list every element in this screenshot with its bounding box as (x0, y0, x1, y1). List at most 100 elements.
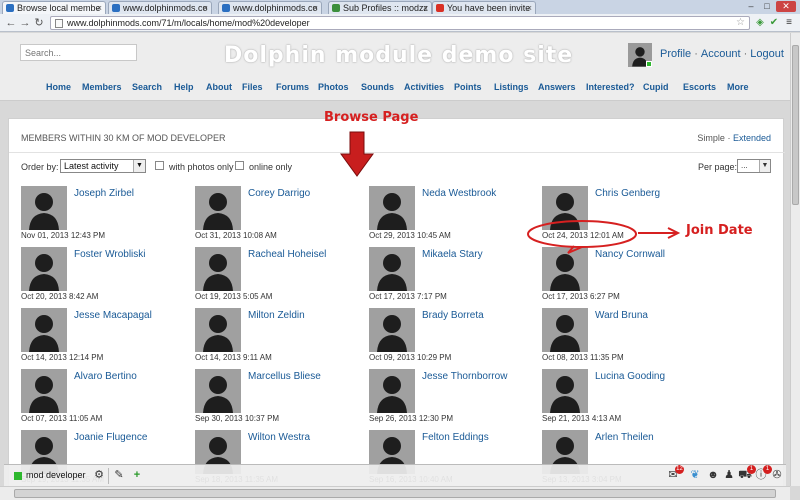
member-name-link[interactable]: Foster Wrobliski (74, 249, 192, 261)
gear-icon[interactable]: ⚙ (92, 468, 106, 482)
nav-item-home[interactable]: Home (46, 82, 71, 92)
extension-icon[interactable]: ◈ (754, 17, 766, 29)
member-name-link[interactable]: Nancy Cornwall (595, 249, 713, 261)
site-search-input[interactable] (20, 44, 137, 61)
member-avatar[interactable] (369, 186, 415, 230)
member-avatar[interactable] (21, 186, 67, 230)
close-tab-icon[interactable]: × (527, 2, 532, 14)
nav-item-answers[interactable]: Answers (538, 82, 576, 92)
close-tab-icon[interactable]: × (97, 2, 102, 14)
logout-link[interactable]: Logout (750, 48, 784, 60)
maximize-icon[interactable]: □ (760, 1, 774, 12)
nav-item-members[interactable]: Members (82, 82, 122, 92)
member-avatar[interactable] (542, 369, 588, 413)
member-avatar[interactable] (195, 186, 241, 230)
nav-item-help[interactable]: Help (174, 82, 194, 92)
member-avatar[interactable] (369, 369, 415, 413)
profile-link[interactable]: Profile (660, 48, 691, 60)
member-name-link[interactable]: Alvaro Bertino (74, 371, 192, 383)
member-name-link[interactable]: Lucina Gooding (595, 371, 713, 383)
nav-item-photos[interactable]: Photos (318, 82, 349, 92)
member-name-link[interactable]: Wilton Westra (248, 432, 366, 444)
twitter-icon[interactable]: ❦ (688, 468, 702, 482)
member-name-link[interactable]: Joseph Zirbel (74, 188, 192, 200)
wrench-icon[interactable]: ✇ (770, 468, 784, 482)
member-name-link[interactable]: Mikaela Stary (422, 249, 540, 261)
member-name-link[interactable]: Racheal Hoheisel (248, 249, 366, 261)
nav-item-search[interactable]: Search (132, 82, 162, 92)
browser-tab[interactable]: Browse local membe × (2, 1, 106, 14)
url-field[interactable]: www.dolphinmods.com/71/m/locals/home/mod… (50, 16, 750, 30)
online-only-checkbox[interactable] (235, 161, 244, 170)
member-name-link[interactable]: Marcellus Bliese (248, 371, 366, 383)
friends-icon[interactable]: ☻ (706, 468, 720, 482)
minimize-icon[interactable]: – (744, 1, 758, 12)
member-avatar[interactable] (195, 308, 241, 352)
menu-icon[interactable]: ≡ (783, 17, 795, 29)
member-avatar[interactable] (21, 308, 67, 352)
member-name-link[interactable]: Chris Genberg (595, 188, 713, 200)
member-avatar[interactable] (21, 247, 67, 291)
nav-item-points[interactable]: Points (454, 82, 482, 92)
member-avatar[interactable] (369, 247, 415, 291)
close-tab-icon[interactable]: × (423, 2, 428, 14)
close-tab-icon[interactable]: × (313, 2, 318, 14)
close-tab-icon[interactable]: × (203, 2, 208, 14)
info-icon[interactable]: ⓘ 1 (754, 465, 772, 482)
extension-check-icon[interactable]: ✔ (768, 17, 780, 29)
member-avatar[interactable] (195, 247, 241, 291)
order-by-select[interactable]: Latest activity ▼ (60, 159, 146, 173)
nav-item-about[interactable]: About (206, 82, 232, 92)
nav-item-cupid[interactable]: Cupid (643, 82, 669, 92)
member-avatar[interactable] (542, 247, 588, 291)
horizontal-scrollbar[interactable] (0, 486, 790, 500)
reload-icon[interactable]: ↻ (32, 16, 46, 30)
nav-item-sounds[interactable]: Sounds (361, 82, 394, 92)
browser-tab[interactable]: www.dolphinmods.co × (108, 1, 212, 14)
photos-only-checkbox[interactable] (155, 161, 164, 170)
member-name-link[interactable]: Jesse Macapagal (74, 310, 192, 322)
member-name-link[interactable]: Milton Zeldin (248, 310, 366, 322)
nav-item-escorts[interactable]: Escorts (683, 82, 716, 92)
cart-icon[interactable]: ⛟ 1 (738, 465, 756, 482)
bookmark-star-icon[interactable]: ☆ (736, 17, 745, 29)
account-link[interactable]: Account (701, 48, 741, 60)
member-avatar[interactable] (542, 308, 588, 352)
member-name-link[interactable]: Brady Borreta (422, 310, 540, 322)
member-avatar[interactable] (369, 308, 415, 352)
member-avatar[interactable] (542, 186, 588, 230)
user-avatar[interactable] (628, 43, 652, 67)
back-arrow-icon[interactable]: ← (4, 16, 18, 30)
close-window-icon[interactable]: ✕ (776, 1, 796, 12)
vertical-scroll-thumb[interactable] (792, 45, 799, 205)
browser-tab[interactable]: You have been invite × (432, 1, 536, 14)
member-avatar[interactable] (195, 369, 241, 413)
vertical-scrollbar[interactable] (790, 33, 800, 486)
add-icon[interactable]: + (130, 468, 144, 482)
member-name-link[interactable]: Arlen Theilen (595, 432, 713, 444)
horizontal-scroll-thumb[interactable] (14, 489, 776, 498)
browser-tab[interactable]: www.dolphinmods.co × (218, 1, 322, 14)
member-avatar[interactable] (21, 369, 67, 413)
nav-item-activities[interactable]: Activities (404, 82, 444, 92)
member-name-link[interactable]: Corey Darrigo (248, 188, 366, 200)
member-name-link[interactable]: Neda Westbrook (422, 188, 540, 200)
mail-icon[interactable]: ✉ 12 (666, 465, 684, 482)
member-name-link[interactable]: Ward Bruna (595, 310, 713, 322)
view-simple-link[interactable]: Simple (697, 133, 725, 143)
nav-item-files[interactable]: Files (242, 82, 263, 92)
per-page-select[interactable]: ... ▼ (737, 159, 771, 173)
edit-icon[interactable]: ✎ (112, 468, 126, 482)
nav-item-interested[interactable]: Interested? (586, 82, 635, 92)
nav-item-more[interactable]: More (727, 82, 749, 92)
forward-arrow-icon[interactable]: → (18, 16, 32, 30)
member-name-link[interactable]: Joanie Flugence (74, 432, 192, 444)
member-name-link[interactable]: Felton Eddings (422, 432, 540, 444)
member-name-link[interactable]: Jesse Thornborrow (422, 371, 540, 383)
browser-tab[interactable]: Sub Profiles :: modzz × (328, 1, 432, 14)
nav-item-listings[interactable]: Listings (494, 82, 529, 92)
toolbar-username[interactable]: mod developer (26, 470, 86, 480)
nav-item-forums[interactable]: Forums (276, 82, 309, 92)
view-extended-link[interactable]: Extended (733, 133, 771, 143)
user-icon[interactable]: ♟ (722, 468, 736, 482)
